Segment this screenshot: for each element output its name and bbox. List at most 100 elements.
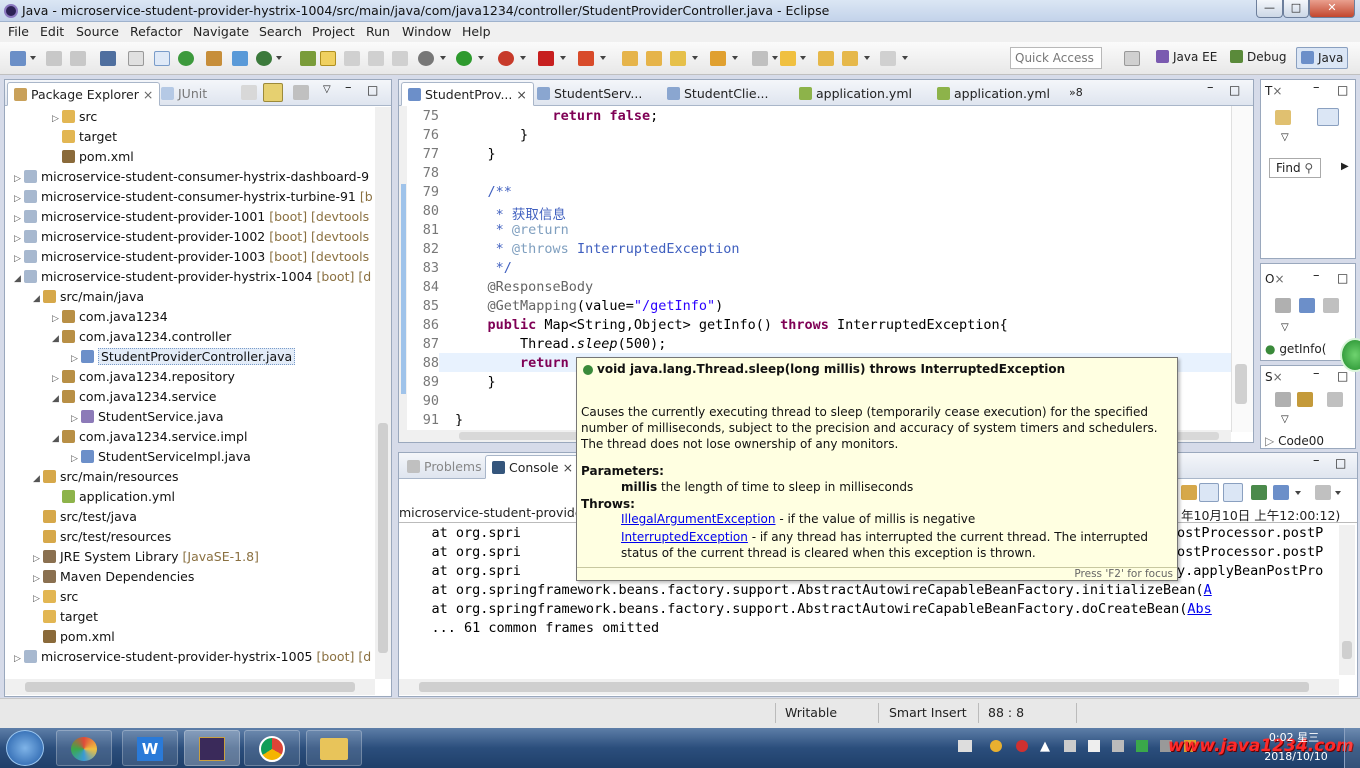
expand-toggle-icon[interactable]: ▷ bbox=[14, 649, 24, 669]
display-console-icon[interactable] bbox=[1273, 485, 1289, 500]
sort-icon[interactable] bbox=[1275, 298, 1291, 313]
indent-icon[interactable] bbox=[392, 51, 408, 66]
tree-item[interactable]: pom.xml bbox=[5, 627, 115, 647]
explorer-hscrollbar[interactable] bbox=[5, 679, 375, 695]
editor-tab-overflow[interactable]: »8 bbox=[1063, 82, 1089, 106]
tree-item[interactable]: ▷ com.java1234 bbox=[5, 307, 168, 327]
console-line[interactable]: at org.spri bbox=[399, 563, 521, 579]
menu-search[interactable]: Search bbox=[259, 24, 302, 39]
maximize-editor-icon[interactable]: □ bbox=[1229, 83, 1240, 97]
connect-icon[interactable] bbox=[1297, 392, 1313, 407]
tree-item[interactable]: ◢ com.java1234.service bbox=[5, 387, 216, 407]
git-icon[interactable] bbox=[256, 51, 272, 66]
menu-file[interactable]: File bbox=[8, 24, 29, 39]
start-button[interactable] bbox=[6, 730, 44, 766]
tree-item[interactable]: ▷ com.java1234.repository bbox=[5, 367, 235, 387]
tree-item[interactable]: ◢ com.java1234.controller bbox=[5, 327, 231, 347]
menu-help[interactable]: Help bbox=[462, 24, 491, 39]
code-line[interactable]: } bbox=[455, 412, 463, 426]
console-line[interactable]: at org.springframework.beans.factory.sup… bbox=[399, 582, 1212, 598]
open-console-icon[interactable] bbox=[1315, 485, 1331, 500]
open-resource-icon[interactable] bbox=[646, 51, 662, 66]
code-line[interactable]: } bbox=[455, 127, 528, 143]
run-external-icon[interactable] bbox=[498, 51, 514, 66]
tree-item[interactable]: ▷ JRE System Library [JavaSE-1.8] bbox=[5, 547, 259, 567]
new-icon[interactable] bbox=[10, 51, 26, 66]
menu-window[interactable]: Window bbox=[402, 24, 451, 39]
scroll-lock-icon[interactable] bbox=[1199, 483, 1219, 502]
coverage-icon[interactable] bbox=[578, 51, 594, 66]
servers-item[interactable]: ▷ Code00 bbox=[1265, 434, 1353, 448]
tray-volume-icon[interactable] bbox=[1088, 740, 1100, 752]
menu-run[interactable]: Run bbox=[366, 24, 390, 39]
task-icon[interactable] bbox=[710, 51, 726, 66]
tree-item[interactable]: ▷ StudentServiceImpl.java bbox=[5, 447, 251, 467]
web-icon[interactable] bbox=[232, 51, 248, 66]
debug-icon[interactable] bbox=[418, 51, 434, 66]
task-list-tab[interactable]: T× bbox=[1265, 84, 1282, 98]
close-tab-icon[interactable]: × bbox=[563, 460, 573, 475]
maximize-view-icon[interactable]: □ bbox=[1337, 83, 1348, 97]
run-icon[interactable] bbox=[456, 51, 472, 66]
tree-item[interactable]: ▷ microservice-student-provider-hystrix-1… bbox=[5, 647, 371, 667]
collapse-all-icon[interactable] bbox=[241, 85, 257, 100]
taskbar-explorer[interactable] bbox=[306, 730, 362, 766]
perspective-javaee[interactable]: Java EE bbox=[1156, 50, 1217, 64]
menu-source[interactable]: Source bbox=[76, 24, 119, 39]
tray-power-icon[interactable] bbox=[1112, 740, 1124, 752]
hide-fields-icon[interactable] bbox=[1299, 298, 1315, 313]
maximize-button[interactable]: □ bbox=[1283, 0, 1309, 18]
expand-toggle-icon[interactable]: ▷ bbox=[14, 169, 24, 189]
expand-toggle-icon[interactable]: ▷ bbox=[52, 109, 62, 129]
tree-item[interactable]: ▷ src bbox=[5, 107, 97, 127]
expand-toggle-icon[interactable]: ▷ bbox=[71, 449, 81, 469]
code-line[interactable]: } bbox=[455, 146, 496, 162]
console-vscroll-thumb[interactable] bbox=[1342, 641, 1352, 659]
expand-toggle-icon[interactable]: ▷ bbox=[14, 209, 24, 229]
explorer-vscroll-thumb[interactable] bbox=[378, 423, 388, 653]
tab-junit[interactable]: JUnit bbox=[155, 82, 213, 106]
tree-item[interactable]: ▷ microservice-student-provider-1001 [boo… bbox=[5, 207, 369, 227]
close-tab-icon[interactable]: × bbox=[143, 87, 153, 102]
terminal-icon[interactable] bbox=[100, 51, 116, 66]
minimize-view-icon[interactable]: – bbox=[1313, 80, 1320, 95]
minimize-view-icon[interactable]: – bbox=[1313, 366, 1320, 381]
back-icon[interactable] bbox=[818, 51, 834, 66]
link-editor-icon[interactable] bbox=[263, 83, 283, 102]
save-all-icon[interactable] bbox=[70, 51, 86, 66]
tab-console[interactable]: Console × bbox=[485, 455, 581, 479]
editor-tab-studentclient[interactable]: StudentClie... bbox=[661, 82, 775, 106]
expand-toggle-icon[interactable]: ◢ bbox=[33, 469, 43, 489]
highlight-icon[interactable] bbox=[320, 51, 336, 66]
expand-toggle-icon[interactable]: ▷ bbox=[33, 549, 43, 569]
expand-toggle-icon[interactable]: ▷ bbox=[33, 569, 43, 589]
tray-nvidia-icon[interactable] bbox=[1136, 740, 1148, 752]
expand-toggle-icon[interactable]: ◢ bbox=[52, 389, 62, 409]
interrupted-exception-link[interactable]: InterruptedException bbox=[621, 530, 748, 544]
tree-item[interactable]: ▷ microservice-student-consumer-hystrix-t… bbox=[5, 187, 373, 207]
menu-project[interactable]: Project bbox=[312, 24, 355, 39]
forward-icon[interactable] bbox=[880, 51, 896, 66]
menu-edit[interactable]: Edit bbox=[40, 24, 64, 39]
chevron-right-icon[interactable]: ▶ bbox=[1341, 161, 1349, 172]
pin-console-icon[interactable] bbox=[1251, 485, 1267, 500]
format-icon[interactable] bbox=[368, 51, 384, 66]
tab-package-explorer[interactable]: Package Explorer × bbox=[7, 82, 161, 106]
task-filter-icon[interactable] bbox=[1317, 108, 1339, 126]
focus-icon[interactable] bbox=[293, 85, 309, 100]
build-icon[interactable] bbox=[206, 51, 222, 66]
minimize-view-icon[interactable]: – bbox=[345, 80, 352, 95]
tree-item[interactable]: ▷ StudentProviderController.java bbox=[5, 347, 296, 367]
expand-toggle-icon[interactable]: ▷ bbox=[14, 229, 24, 249]
taskbar-wps[interactable]: W bbox=[122, 730, 178, 766]
servers-menu-icon[interactable]: ▽ bbox=[1281, 414, 1289, 425]
console-hscrollbar[interactable] bbox=[399, 679, 1339, 695]
code-line[interactable]: */ bbox=[455, 260, 512, 276]
tab-problems[interactable]: Problems bbox=[401, 455, 488, 479]
editor-tab-studentprovidercontroller[interactable]: StudentProv... × bbox=[401, 82, 534, 106]
tree-item[interactable]: application.yml bbox=[5, 487, 175, 507]
taskbar-eclipse[interactable] bbox=[184, 730, 240, 766]
tree-item[interactable]: ▷ Maven Dependencies bbox=[5, 567, 194, 587]
code-line[interactable]: return bbox=[455, 355, 569, 371]
editor-vscroll-thumb[interactable] bbox=[1235, 364, 1247, 404]
